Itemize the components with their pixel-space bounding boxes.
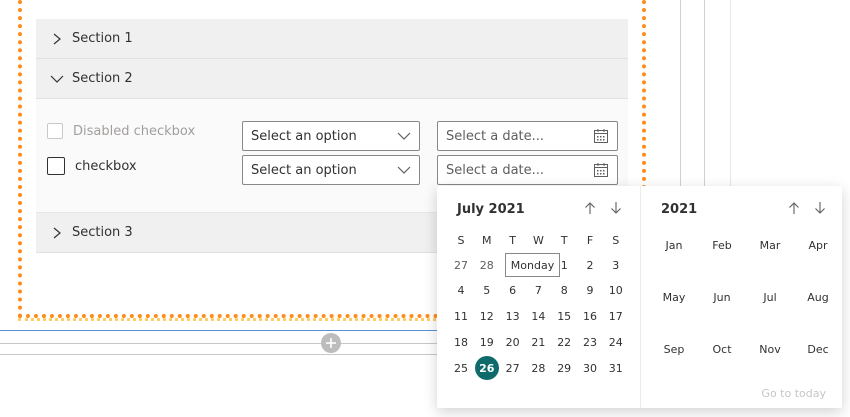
weekday-label: S <box>612 233 620 247</box>
calendar-day[interactable]: 28 <box>526 356 550 380</box>
day-picker: July 2021 SMTWTFS 27 28 1 2 3 4 5 6 7 8 9 10 11 12 13 1… <box>437 186 641 408</box>
calendar-day[interactable]: 23 <box>578 330 602 354</box>
calendar-day[interactable]: 28 <box>475 253 499 277</box>
calendar-day[interactable]: 19 <box>475 330 499 354</box>
weekday-label: T <box>509 233 516 247</box>
chevron-down-icon <box>397 164 411 179</box>
dropdown-placeholder: Select an option <box>251 128 357 144</box>
calendar-day[interactable]: 17 <box>604 305 628 329</box>
arrow-down-icon[interactable] <box>812 200 828 216</box>
dropdown-1[interactable]: Select an option <box>242 121 420 151</box>
calendar-day[interactable]: 31 <box>604 356 628 380</box>
date-placeholder: Select a date... <box>446 128 545 144</box>
calendar-day[interactable]: 26 <box>474 356 499 381</box>
checkbox-box[interactable] <box>47 157 65 175</box>
calendar-day[interactable]: 13 <box>501 305 525 329</box>
arrow-down-icon[interactable] <box>608 200 624 216</box>
checkbox[interactable]: checkbox <box>47 157 137 175</box>
date-picker-1[interactable]: Select a date... <box>437 121 618 151</box>
guide-line <box>730 0 731 190</box>
calendar-day[interactable]: 5 <box>475 279 499 303</box>
calendar-day[interactable]: 25 <box>449 356 473 380</box>
month-cell[interactable]: May <box>652 285 696 309</box>
calendar-day[interactable]: 4 <box>449 279 473 303</box>
chevron-down-icon <box>48 70 66 88</box>
calendar-day[interactable]: 6 <box>501 279 525 303</box>
calendar-popup: July 2021 SMTWTFS 27 28 1 2 3 4 5 6 7 8 9 10 11 12 13 1… <box>437 186 842 408</box>
day-tooltip: Monday <box>505 253 560 277</box>
calendar-day[interactable]: 29 <box>552 356 576 380</box>
calendar-day[interactable]: 8 <box>552 279 576 303</box>
month-nav <box>582 200 624 216</box>
calendar-day[interactable]: 12 <box>475 305 499 329</box>
calendar-day[interactable]: 2 <box>578 253 602 277</box>
calendar-day[interactable]: 10 <box>604 279 628 303</box>
month-cell[interactable]: Oct <box>700 337 744 361</box>
calendar-day[interactable]: 24 <box>604 330 628 354</box>
disabled-checkbox: Disabled checkbox <box>47 123 195 139</box>
calendar-day[interactable]: 15 <box>552 305 576 329</box>
checkbox-label: checkbox <box>75 158 137 174</box>
weekday-label: F <box>586 233 594 247</box>
calendar-icon[interactable] <box>593 128 609 148</box>
calendar-day[interactable]: 27 <box>449 253 473 277</box>
calendar-icon[interactable] <box>593 162 609 182</box>
section-title: Section 1 <box>72 31 133 46</box>
month-cell[interactable]: Feb <box>700 233 744 257</box>
month-picker: 2021 Jan Feb Mar Apr May Jun Jul Aug Sep Oct Nov De… <box>641 186 842 408</box>
calendar-day[interactable]: 22 <box>552 330 576 354</box>
calendar-day[interactable]: 16 <box>578 305 602 329</box>
month-cell[interactable]: Sep <box>652 337 696 361</box>
calendar-day[interactable]: 11 <box>449 305 473 329</box>
month-cell[interactable]: Dec <box>796 337 840 361</box>
checkbox-box <box>47 123 63 139</box>
date-placeholder: Select a date... <box>446 162 545 178</box>
calendar-day[interactable]: 14 <box>526 305 550 329</box>
calendar-day[interactable]: 20 <box>501 330 525 354</box>
guide-line <box>0 330 437 331</box>
month-cell[interactable]: Apr <box>796 233 840 257</box>
weekday-label: T <box>560 233 568 247</box>
guide-line <box>0 343 437 344</box>
accordion-header-section-1[interactable]: Section 1 <box>36 19 628 59</box>
year-title[interactable]: 2021 <box>661 202 697 217</box>
checkbox-label: Disabled checkbox <box>73 123 196 139</box>
month-cell[interactable]: Aug <box>796 285 840 309</box>
month-title[interactable]: July 2021 <box>457 202 525 217</box>
calendar-day[interactable]: 18 <box>449 330 473 354</box>
chevron-right-icon <box>48 30 66 48</box>
weekday-label: M <box>482 233 492 247</box>
guide-line <box>0 354 437 355</box>
calendar-day[interactable]: 30 <box>578 356 602 380</box>
year-nav <box>786 200 828 216</box>
month-cell[interactable]: Nov <box>748 337 792 361</box>
calendar-day[interactable]: 3 <box>604 253 628 277</box>
weekday-label: S <box>457 233 465 247</box>
calendar-day[interactable]: 27 <box>501 356 525 380</box>
guide-line <box>704 0 705 190</box>
month-cell[interactable]: Mar <box>748 233 792 257</box>
weekday-label: W <box>532 233 544 247</box>
go-to-today-link[interactable]: Go to today <box>761 387 826 400</box>
accordion-header-section-2[interactable]: Section 2 <box>36 59 628 99</box>
month-cell[interactable]: Jul <box>748 285 792 309</box>
chevron-right-icon <box>48 224 66 242</box>
calendar-day[interactable]: 7 <box>526 279 550 303</box>
month-cell[interactable]: Jan <box>652 233 696 257</box>
calendar-day[interactable]: 21 <box>526 330 550 354</box>
plus-icon <box>326 338 336 348</box>
add-section-button[interactable] <box>321 333 341 353</box>
date-picker-2[interactable]: Select a date... <box>437 155 618 185</box>
arrow-up-icon[interactable] <box>582 200 598 216</box>
section-title: Section 2 <box>72 71 133 86</box>
calendar-day[interactable]: 9 <box>578 279 602 303</box>
dropdown-2[interactable]: Select an option <box>242 155 420 185</box>
arrow-up-icon[interactable] <box>786 200 802 216</box>
dropdown-placeholder: Select an option <box>251 162 357 178</box>
chevron-down-icon <box>397 130 411 145</box>
section-title: Section 3 <box>72 225 133 240</box>
month-cell[interactable]: Jun <box>700 285 744 309</box>
